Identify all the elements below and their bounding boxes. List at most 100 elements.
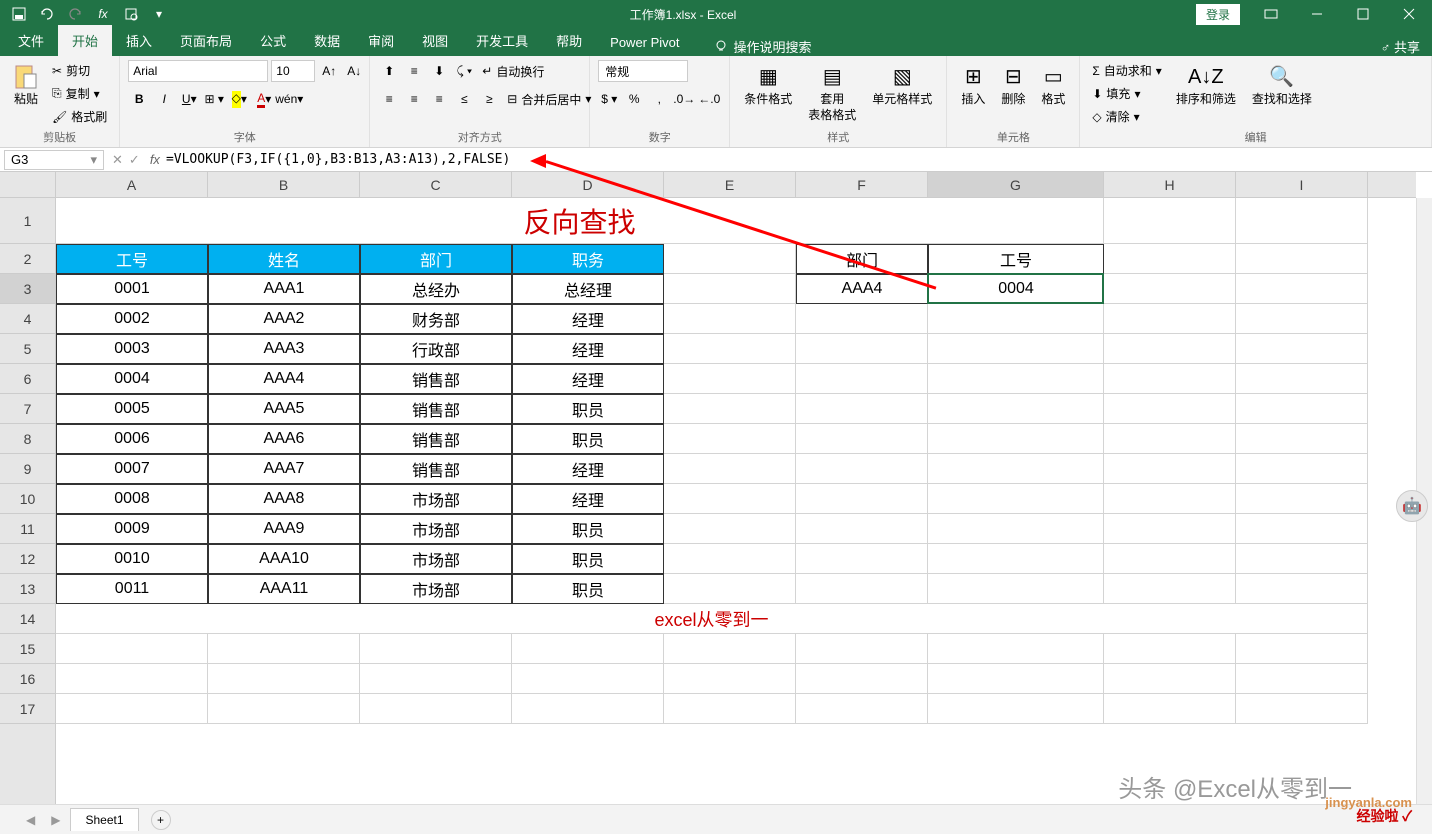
cut-button[interactable]: ✂剪切 (48, 60, 111, 81)
sheet-tab[interactable]: Sheet1 (70, 808, 138, 831)
cell[interactable] (928, 574, 1104, 604)
cell[interactable] (796, 364, 928, 394)
cell[interactable] (1104, 198, 1236, 244)
cell[interactable] (1236, 364, 1368, 394)
cell[interactable] (928, 514, 1104, 544)
col-header-B[interactable]: B (208, 172, 360, 197)
cell[interactable] (928, 694, 1104, 724)
indent-inc-button[interactable]: ≥ (478, 88, 500, 110)
clear-button[interactable]: ◇清除 ▾ (1088, 106, 1165, 127)
row-header-2[interactable]: 2 (0, 244, 55, 274)
cell[interactable]: 工号 (928, 244, 1104, 274)
increase-font-button[interactable]: A↑ (318, 60, 340, 82)
cell[interactable]: 职员 (512, 574, 664, 604)
border-button[interactable]: ⊞ ▾ (203, 88, 225, 110)
number-format-select[interactable] (598, 60, 688, 82)
cell[interactable]: 姓名 (208, 244, 360, 274)
currency-button[interactable]: $ ▾ (598, 88, 620, 110)
cell[interactable] (1236, 664, 1368, 694)
cell[interactable] (928, 634, 1104, 664)
cell[interactable] (664, 664, 796, 694)
align-right-button[interactable]: ≡ (428, 88, 450, 110)
cell[interactable] (928, 364, 1104, 394)
cell[interactable] (1104, 394, 1236, 424)
ribbon-tab-0[interactable]: 文件 (4, 25, 58, 56)
cell[interactable] (796, 394, 928, 424)
cell[interactable] (664, 424, 796, 454)
cell[interactable] (796, 634, 928, 664)
add-sheet-button[interactable]: + (151, 810, 171, 830)
row-header-6[interactable]: 6 (0, 364, 55, 394)
cell[interactable] (1236, 424, 1368, 454)
row-header-8[interactable]: 8 (0, 424, 55, 454)
sort-filter-button[interactable]: A↓Z排序和筛选 (1170, 60, 1242, 112)
cell[interactable] (664, 484, 796, 514)
cell[interactable] (1236, 454, 1368, 484)
login-button[interactable]: 登录 (1196, 4, 1240, 25)
cell[interactable]: 0001 (56, 274, 208, 304)
cell[interactable] (928, 454, 1104, 484)
cell[interactable] (796, 514, 928, 544)
align-center-button[interactable]: ≡ (403, 88, 425, 110)
cell[interactable] (360, 694, 512, 724)
cell[interactable]: 0005 (56, 394, 208, 424)
font-size-select[interactable] (271, 60, 315, 82)
cell[interactable] (1104, 634, 1236, 664)
row-header-10[interactable]: 10 (0, 484, 55, 514)
fx-icon[interactable]: fx (144, 152, 166, 167)
row-header-5[interactable]: 5 (0, 334, 55, 364)
cell[interactable] (1236, 334, 1368, 364)
ribbon-tab-10[interactable]: Power Pivot (596, 29, 693, 56)
col-header-I[interactable]: I (1236, 172, 1368, 197)
phonetic-button[interactable]: wén ▾ (278, 88, 300, 110)
cell[interactable] (928, 304, 1104, 334)
cell[interactable]: 反向查找 (56, 198, 1104, 244)
cell[interactable]: AAA1 (208, 274, 360, 304)
cell[interactable] (796, 694, 928, 724)
cell[interactable] (1236, 304, 1368, 334)
cell[interactable] (1236, 574, 1368, 604)
delete-cells-button[interactable]: ⊟删除 (995, 60, 1031, 112)
cell[interactable]: 销售部 (360, 454, 512, 484)
cell[interactable]: 部门 (360, 244, 512, 274)
merge-center-button[interactable]: ⊟合并后居中 ▾ (503, 89, 595, 110)
copy-button[interactable]: ⎘复制 ▾ (48, 83, 111, 104)
decrease-decimal-button[interactable]: ←.0 (698, 88, 720, 110)
cell[interactable] (1104, 364, 1236, 394)
cell[interactable] (1236, 484, 1368, 514)
cell[interactable]: AAA9 (208, 514, 360, 544)
col-header-G[interactable]: G (928, 172, 1104, 197)
cell[interactable]: 职务 (512, 244, 664, 274)
indent-dec-button[interactable]: ≤ (453, 88, 475, 110)
print-preview-button[interactable] (120, 3, 142, 25)
cell[interactable] (1104, 484, 1236, 514)
cell[interactable] (208, 664, 360, 694)
cell[interactable] (664, 694, 796, 724)
col-header-E[interactable]: E (664, 172, 796, 197)
cell[interactable] (1104, 544, 1236, 574)
find-select-button[interactable]: 🔍查找和选择 (1246, 60, 1318, 112)
cell[interactable] (928, 664, 1104, 694)
cell[interactable] (664, 364, 796, 394)
cell[interactable] (796, 574, 928, 604)
cell[interactable] (512, 664, 664, 694)
row-header-13[interactable]: 13 (0, 574, 55, 604)
bold-button[interactable]: B (128, 88, 150, 110)
cell[interactable]: AAA2 (208, 304, 360, 334)
cell[interactable] (1236, 274, 1368, 304)
formula-input[interactable] (166, 150, 1432, 170)
cell[interactable] (664, 244, 796, 274)
cell[interactable]: AAA4 (208, 364, 360, 394)
cell[interactable]: 0004 (928, 274, 1104, 304)
cell[interactable] (1236, 634, 1368, 664)
ribbon-tab-4[interactable]: 公式 (246, 25, 300, 56)
decrease-font-button[interactable]: A↓ (343, 60, 365, 82)
cell[interactable] (1104, 574, 1236, 604)
cell[interactable] (1104, 664, 1236, 694)
cell[interactable] (208, 694, 360, 724)
select-all-corner[interactable] (0, 172, 56, 198)
cell[interactable]: 0002 (56, 304, 208, 334)
font-name-select[interactable] (128, 60, 268, 82)
cell[interactable]: 经理 (512, 334, 664, 364)
ribbon-tab-6[interactable]: 审阅 (354, 25, 408, 56)
